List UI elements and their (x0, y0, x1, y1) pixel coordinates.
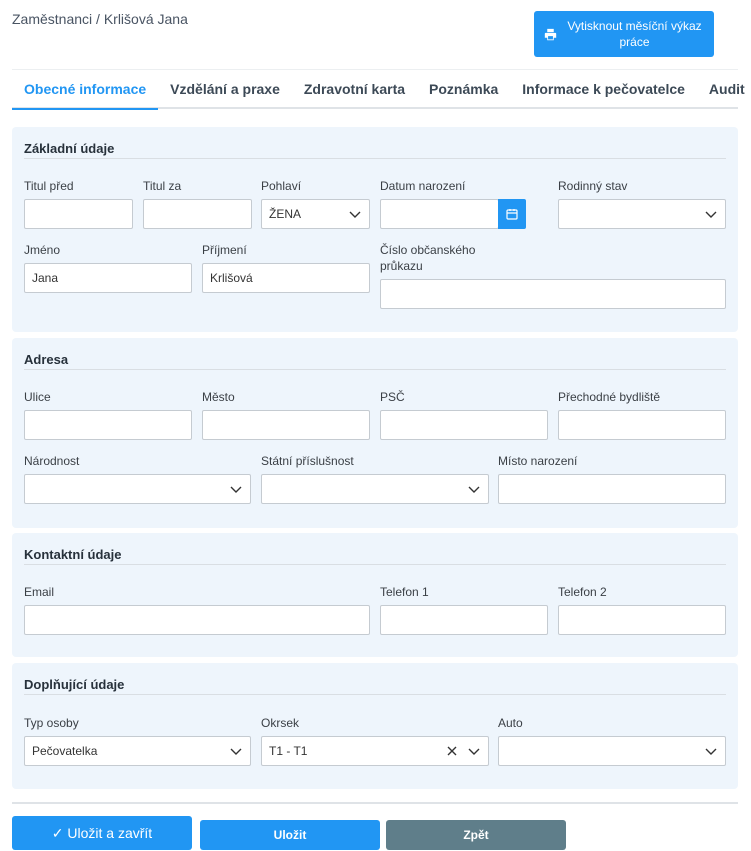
citizenship-select[interactable] (261, 474, 489, 504)
first-name-value: Jana (32, 271, 59, 285)
phone2-label: Telefon 2 (558, 585, 607, 599)
car-label: Auto (498, 716, 523, 730)
tab-caregiver-info[interactable]: Informace k pečovatelce (510, 70, 697, 108)
divider (24, 694, 726, 695)
marital-status-label: Rodinný stav (558, 179, 628, 193)
title-before-label: Titul před (24, 179, 74, 193)
district-label: Okrsek (261, 716, 300, 730)
title-after-label: Titul za (143, 179, 182, 193)
title-before-input[interactable] (24, 199, 133, 229)
chevron-down-icon (468, 748, 480, 755)
calendar-icon (506, 209, 518, 220)
id-card-label-line2: průkazu (380, 259, 423, 273)
printer-icon (544, 28, 556, 40)
marital-status-select[interactable] (558, 199, 726, 229)
additional-info-title: Doplňující údaje (24, 677, 125, 692)
tab-general-info[interactable]: Obecné informace (12, 70, 159, 110)
clear-icon[interactable] (446, 745, 458, 757)
divider (24, 564, 726, 565)
tab-health-card[interactable]: Zdravotní karta (292, 70, 417, 108)
address-panel: Adresa Ulice Město PSČ Přechodné bydlišt… (12, 338, 738, 528)
chevron-down-icon (705, 748, 717, 755)
person-type-select[interactable]: Pečovatelka (24, 736, 251, 766)
tab-education[interactable]: Vzdělání a praxe (158, 70, 292, 108)
title-after-input[interactable] (143, 199, 252, 229)
chevron-down-icon (705, 211, 717, 218)
chevron-down-icon (230, 748, 242, 755)
id-card-label-line1: Číslo občanského (380, 243, 476, 257)
contact-panel: Kontaktní údaje Email Telefon 1 Telefon … (12, 533, 738, 657)
breadcrumb: Zaměstnanci / Krlišová Jana (12, 11, 188, 27)
gender-value: ŽENA (269, 207, 302, 221)
address-title: Adresa (24, 352, 69, 367)
phone1-input[interactable] (380, 605, 548, 635)
divider (24, 158, 726, 159)
birthplace-input[interactable] (498, 474, 726, 504)
chevron-down-icon (468, 486, 480, 493)
additional-info-panel: Doplňující údaje Typ osoby Pečovatelka O… (12, 663, 738, 789)
save-button[interactable]: Uložit (200, 820, 380, 850)
calendar-button[interactable] (498, 199, 526, 229)
tab-note[interactable]: Poznámka (417, 70, 510, 108)
citizenship-label: Státní příslušnost (261, 454, 354, 468)
street-input[interactable] (24, 410, 192, 440)
basic-info-title: Základní údaje (24, 141, 115, 156)
print-monthly-report-button[interactable]: Vytisknout měsíční výkaz práce (534, 11, 714, 57)
birth-date-input[interactable] (380, 199, 499, 229)
temporary-residence-label: Přechodné bydliště (558, 390, 661, 404)
person-type-value: Pečovatelka (32, 744, 98, 758)
save-and-close-button[interactable]: ✓ Uložit a zavřít (12, 816, 192, 850)
contact-title: Kontaktní údaje (24, 547, 122, 562)
tab-audit[interactable]: Audit (697, 70, 751, 108)
email-input[interactable] (24, 605, 370, 635)
id-card-number-label: Číslo občanského průkazu (380, 242, 475, 274)
first-name-input[interactable]: Jana (24, 263, 192, 293)
chevron-down-icon (230, 486, 242, 493)
person-type-label: Typ osoby (24, 716, 79, 730)
district-value: T1 - T1 (269, 744, 308, 758)
nationality-label: Národnost (24, 454, 80, 468)
gender-label: Pohlaví (261, 179, 302, 193)
last-name-input[interactable]: Krlišová (202, 263, 370, 293)
footer-divider (12, 802, 738, 804)
city-input[interactable] (202, 410, 370, 440)
gender-select[interactable]: ŽENA (261, 199, 370, 229)
email-label: Email (24, 585, 55, 599)
zip-label: PSČ (380, 390, 405, 404)
last-name-value: Krlišová (210, 271, 253, 285)
last-name-label: Příjmení (202, 243, 247, 257)
back-button[interactable]: Zpět (386, 820, 566, 850)
chevron-down-icon (349, 211, 361, 218)
first-name-label: Jméno (24, 243, 61, 257)
print-button-label: Vytisknout měsíční výkaz práce (567, 19, 702, 49)
zip-input[interactable] (380, 410, 548, 440)
temporary-residence-input[interactable] (558, 410, 726, 440)
car-select[interactable] (498, 736, 726, 766)
district-select[interactable]: T1 - T1 (261, 736, 489, 766)
phone1-label: Telefon 1 (380, 585, 429, 599)
street-label: Ulice (24, 390, 51, 404)
nationality-select[interactable] (24, 474, 251, 504)
id-card-number-input[interactable] (380, 279, 726, 309)
phone2-input[interactable] (558, 605, 726, 635)
birthplace-label: Místo narození (498, 454, 578, 468)
birth-date-label: Datum narození (380, 179, 466, 193)
city-label: Město (202, 390, 235, 404)
tab-bar: Obecné informace Vzdělání a praxe Zdravo… (12, 69, 745, 110)
basic-info-panel: Základní údaje Titul před Titul za Pohla… (12, 127, 738, 332)
divider (24, 369, 726, 370)
